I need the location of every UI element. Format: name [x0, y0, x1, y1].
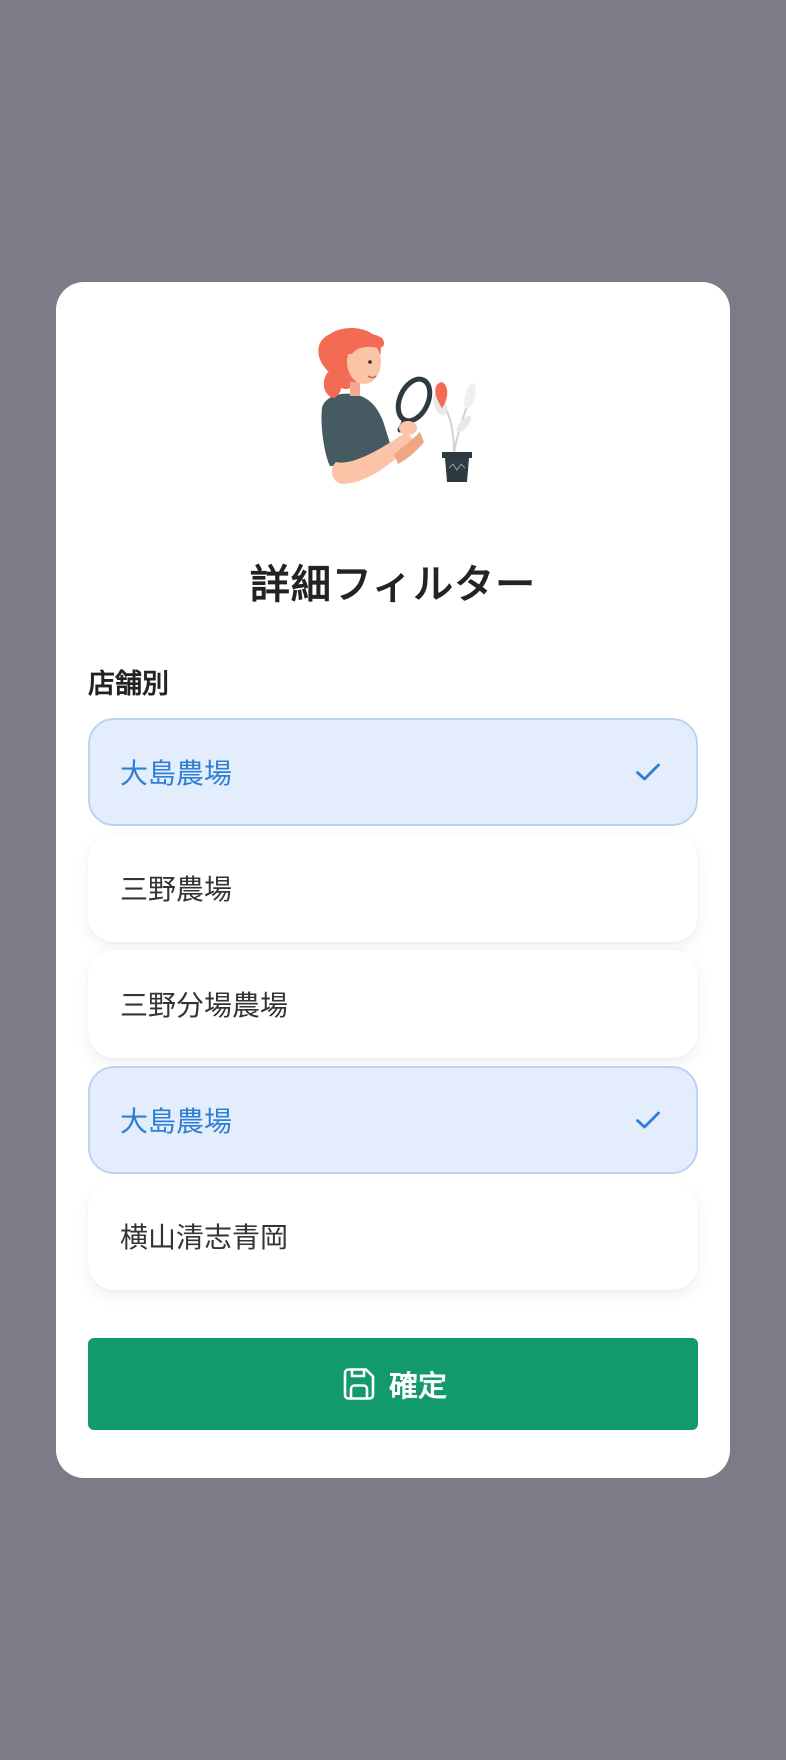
confirm-button[interactable]: 確定 [88, 1338, 698, 1430]
save-icon [343, 1368, 375, 1400]
store-option-2[interactable]: 三野農場 [88, 834, 698, 942]
store-option-label: 三野農場 [120, 873, 233, 906]
store-option-label: 大島農場 [120, 1105, 233, 1138]
store-option-label: 三野分場農場 [120, 989, 289, 1022]
store-section-label: 店舗別 [88, 669, 169, 700]
store-option-4[interactable]: 大島農場 [88, 1066, 698, 1174]
modal-title: 詳細フィルター [249, 562, 537, 608]
store-option-label: 大島農場 [120, 757, 233, 790]
store-option-list: 大島農場 三野農場 三野分場農場 大島農場 横山清志青岡 [88, 718, 698, 1298]
store-option-3[interactable]: 三野分場農場 [88, 950, 698, 1058]
store-option-1[interactable]: 大島農場 [88, 718, 698, 826]
search-illustration [318, 328, 476, 484]
confirm-button-label: 確定 [388, 1371, 447, 1403]
store-option-label: 横山清志青岡 [120, 1221, 289, 1254]
store-option-5[interactable]: 横山清志青岡 [88, 1182, 698, 1290]
check-icon [636, 763, 660, 781]
check-icon [636, 1111, 660, 1129]
filter-modal: 詳細フィルター 店舗別 大島農場 三野農場 三野分場農場 大島農場 横山清志青岡 [56, 282, 730, 1478]
